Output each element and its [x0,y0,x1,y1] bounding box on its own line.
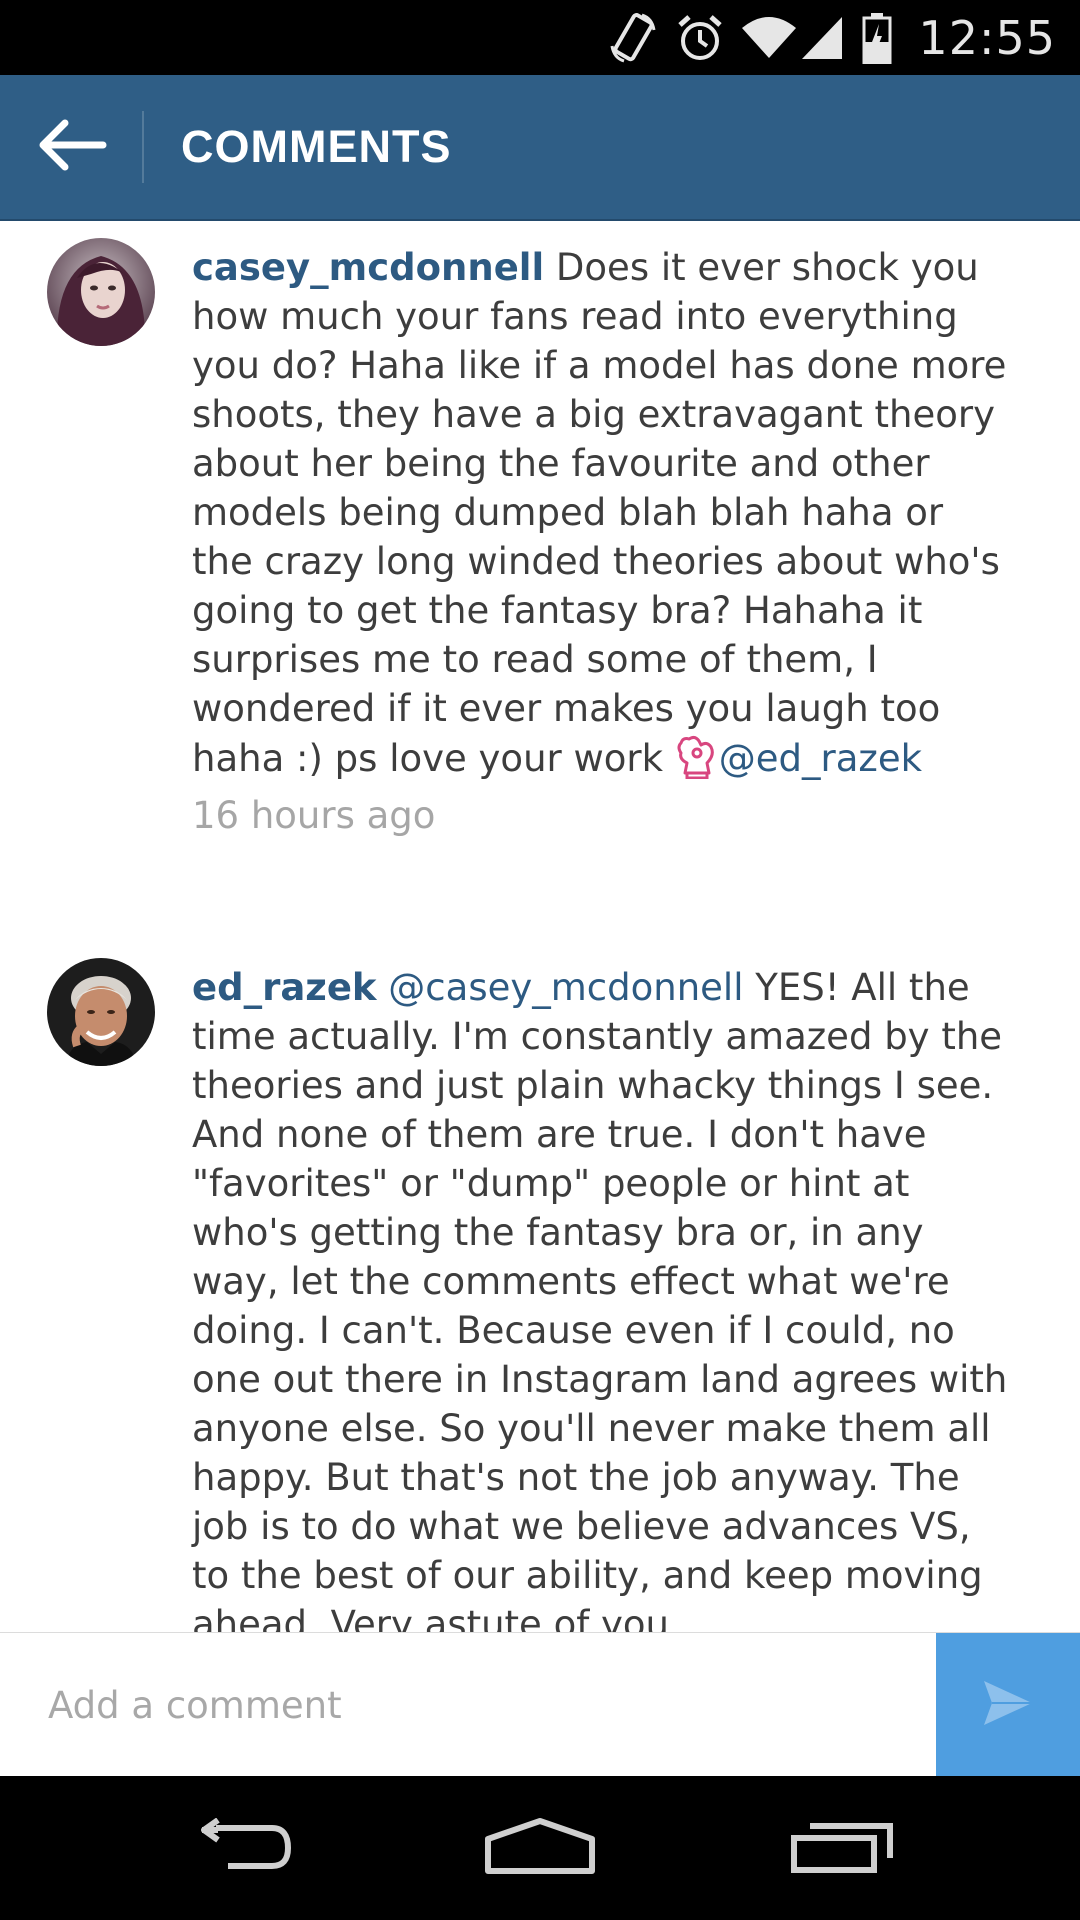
comment-timestamp: 16 hours ago [192,794,436,837]
comment-input[interactable] [0,1633,936,1777]
wifi-icon [742,16,797,60]
comment-body: casey_mcdonnell Does it ever shock you h… [192,243,1012,840]
comment-username[interactable]: ed_razek [192,966,377,1009]
comment-text: YES! All the time actually. I'm constant… [192,966,1008,1632]
status-icons: 12:55 [608,0,1056,75]
avatar[interactable] [47,958,155,1066]
comment-text: Does it ever shock you how much your fan… [192,246,1007,780]
ok-hand-emoji-icon [675,733,719,780]
battery-icon [862,12,892,64]
action-divider [142,111,144,183]
nav-home-button[interactable] [440,1776,640,1920]
avatar[interactable] [47,238,155,346]
comment-body: ed_razek @casey_mcdonnell YES! All the t… [192,963,1012,1632]
page-title: COMMENTS [181,121,452,172]
comments-list[interactable]: casey_mcdonnell Does it ever shock you h… [0,221,1080,1632]
back-icon [188,1817,292,1879]
recent-apps-icon [790,1818,894,1879]
comment-mention[interactable]: @casey_mcdonnell [388,966,743,1009]
nav-back-button[interactable] [140,1776,340,1920]
clock: 12:55 [918,10,1056,65]
comment-username[interactable]: casey_mcdonnell [192,246,544,289]
back-arrow-icon [35,117,107,178]
send-button[interactable] [936,1633,1080,1777]
action-bar: COMMENTS [0,75,1080,221]
screen-rotation-icon [608,12,658,64]
home-icon [484,1817,596,1880]
cell-signal-icon [800,15,844,61]
back-button[interactable] [0,75,142,219]
comment-bar [0,1632,1080,1777]
alarm-icon [676,13,724,63]
comment-mention[interactable]: @ed_razek [719,737,922,780]
nav-bar [0,1776,1080,1920]
nav-recent-apps-button[interactable] [742,1776,942,1920]
send-icon [982,1679,1034,1732]
status-bar: 12:55 [0,0,1080,75]
